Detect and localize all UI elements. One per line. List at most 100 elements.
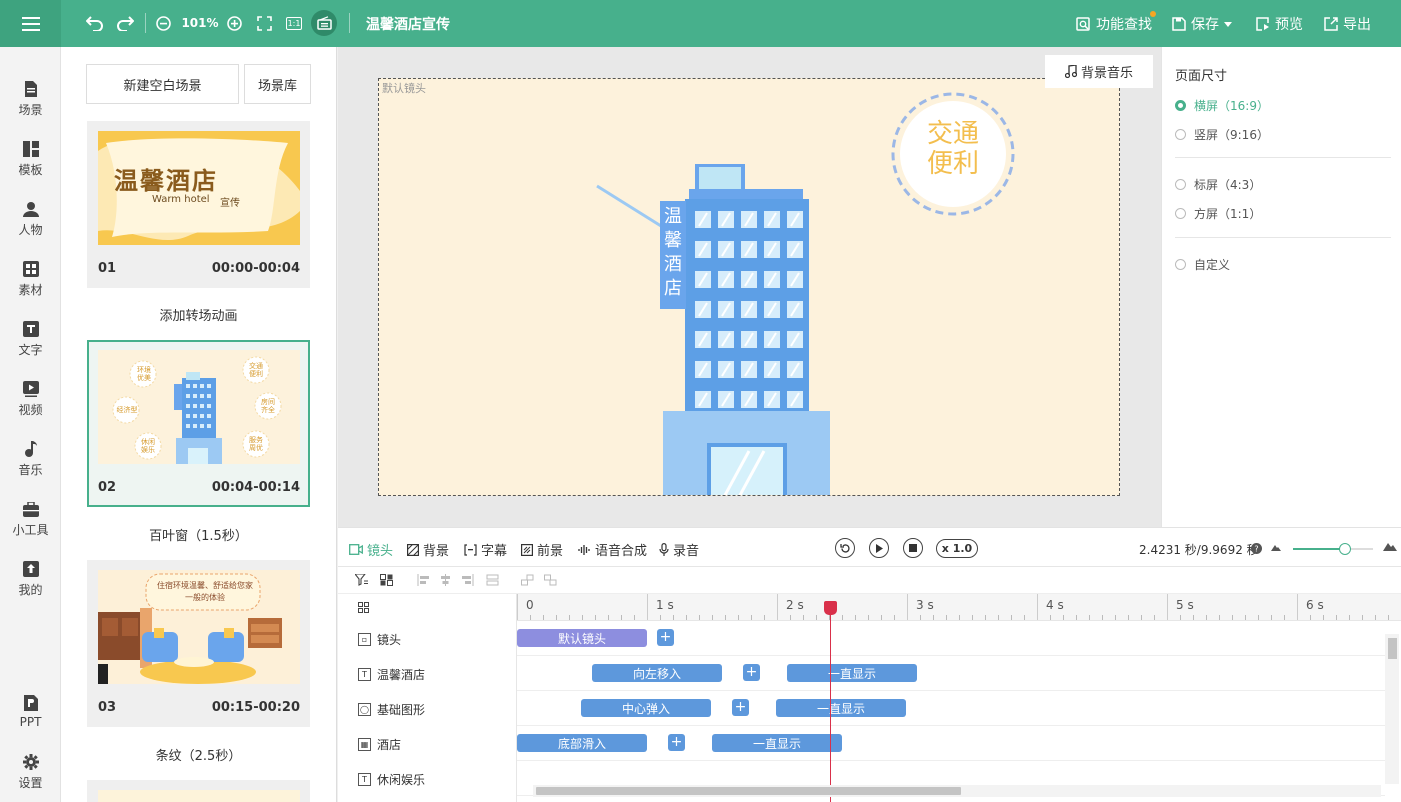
move-down-layer-icon[interactable] bbox=[544, 574, 557, 586]
hotel-sign[interactable]: 温馨酒店 bbox=[660, 205, 686, 301]
play-button[interactable] bbox=[869, 538, 889, 558]
preview-button[interactable]: 预览 bbox=[1256, 14, 1303, 34]
text-icon bbox=[22, 320, 40, 338]
scene-card-1[interactable]: 温馨酒店 Warm hotel 宣传 01 00:00-00:04 bbox=[87, 121, 310, 288]
nav-item-template[interactable]: 模板 bbox=[0, 140, 61, 178]
export-button[interactable]: 导出 bbox=[1324, 14, 1371, 34]
vscroll-thumb[interactable] bbox=[1388, 638, 1397, 659]
nav-item-settings[interactable]: 设置 bbox=[0, 753, 61, 791]
tab-lens[interactable]: 镜头 bbox=[349, 540, 393, 559]
add-clip-button[interactable]: + bbox=[668, 734, 685, 751]
scene-card-2[interactable]: 环境优美 交通便利 经济型 房间齐全 休闲娱乐 服务周优 02 00:04-00… bbox=[87, 340, 310, 507]
zoom-in-mountain-icon[interactable] bbox=[1383, 542, 1397, 551]
nav-item-mine[interactable]: 我的 bbox=[0, 560, 61, 598]
grid-toggle-icon[interactable] bbox=[358, 602, 369, 613]
scene-time-range: 00:15-00:20 bbox=[211, 700, 300, 715]
zoom-out-button[interactable] bbox=[154, 12, 172, 34]
nav-item-music[interactable]: 音乐 bbox=[0, 440, 61, 478]
timeline-vscroll[interactable] bbox=[1385, 634, 1399, 784]
zoom-out-mountain-icon[interactable] bbox=[1271, 544, 1281, 551]
add-clip-button[interactable]: + bbox=[732, 699, 749, 716]
move-up-layer-icon[interactable] bbox=[521, 574, 534, 586]
help-icon[interactable]: ? bbox=[1251, 543, 1262, 554]
timeline-clip[interactable]: 底部滑入 bbox=[517, 734, 647, 752]
distribute-icon[interactable] bbox=[486, 574, 499, 586]
new-blank-scene-button[interactable]: 新建空白场景 bbox=[86, 64, 239, 104]
playback-speed[interactable]: x 1.0 bbox=[936, 539, 978, 558]
timeline-clip[interactable]: 一直显示 bbox=[776, 699, 906, 717]
align-right-icon[interactable] bbox=[461, 574, 474, 586]
background-music-button[interactable]: 背景音乐 bbox=[1045, 55, 1153, 88]
lane-3[interactable]: ▦ 酒店 bbox=[358, 736, 401, 753]
scene-number: 02 bbox=[98, 480, 117, 495]
timeline-ruler[interactable]: 0 1 s 2 s 3 s 4 s 5 s 6 s bbox=[517, 594, 1401, 621]
timeline-hscroll[interactable] bbox=[533, 785, 1381, 797]
hscroll-thumb[interactable] bbox=[536, 787, 961, 795]
lane-0[interactable]: ▫ 镜头 bbox=[358, 631, 401, 648]
zoom-in-button[interactable] bbox=[225, 12, 243, 34]
undo-button[interactable] bbox=[84, 12, 106, 34]
ruler-minor-tick bbox=[712, 615, 713, 620]
traffic-badge[interactable]: 交通便利 bbox=[919, 119, 987, 179]
stop-button[interactable] bbox=[903, 538, 923, 558]
lane-label: 基础图形 bbox=[377, 703, 426, 717]
radio-landscape[interactable]: 横屏（16:9） bbox=[1175, 97, 1269, 114]
nav-item-ppt[interactable]: PPT bbox=[0, 694, 61, 729]
timeline-zoom-slider[interactable] bbox=[1293, 543, 1373, 555]
feature-search-button[interactable]: 功能查找 bbox=[1076, 14, 1152, 34]
actual-size-button[interactable]: 1:1 bbox=[284, 12, 304, 34]
nav-item-person[interactable]: 人物 bbox=[0, 200, 61, 238]
tab-record[interactable]: 录音 bbox=[659, 540, 699, 559]
tab-tts[interactable]: 语音合成 bbox=[578, 540, 647, 559]
playhead[interactable] bbox=[830, 601, 831, 802]
fullscreen-button[interactable] bbox=[254, 12, 274, 34]
radio-standard[interactable]: 标屏（4:3） bbox=[1175, 176, 1261, 193]
scene-card-4[interactable] bbox=[87, 780, 310, 802]
replay-button[interactable] bbox=[835, 538, 855, 558]
transition-label[interactable]: 条纹（2.5秒） bbox=[87, 745, 310, 764]
timeline-clip[interactable]: 一直显示 bbox=[712, 734, 842, 752]
tab-subtitle[interactable]: 字幕 bbox=[464, 540, 507, 559]
radio-mode-button[interactable] bbox=[311, 10, 337, 36]
align-left-icon[interactable] bbox=[417, 574, 430, 586]
save-icon bbox=[1172, 17, 1186, 31]
ruler-label: 2 s bbox=[786, 598, 804, 612]
redo-button[interactable] bbox=[114, 12, 136, 34]
add-clip-button[interactable]: + bbox=[743, 664, 760, 681]
radio-square[interactable]: 方屏（1:1） bbox=[1175, 205, 1261, 222]
nav-item-toolbox[interactable]: 小工具 bbox=[0, 500, 61, 538]
scene-library-button[interactable]: 场景库 bbox=[244, 64, 311, 104]
timeline-clip[interactable]: 默认镜头 bbox=[517, 629, 647, 647]
timeline-clip[interactable]: 中心弹入 bbox=[581, 699, 711, 717]
lane-2[interactable]: ◯ 基础图形 bbox=[358, 701, 425, 718]
nav-item-scene[interactable]: 场景 bbox=[0, 80, 61, 118]
radio-portrait[interactable]: 竖屏（9:16） bbox=[1175, 126, 1269, 143]
tab-foreground[interactable]: 前景 bbox=[521, 540, 563, 559]
lane-4[interactable]: T 休闲娱乐 bbox=[358, 771, 425, 788]
add-clip-button[interactable]: + bbox=[657, 629, 674, 646]
transition-label[interactable]: 添加转场动画 bbox=[87, 305, 310, 324]
nav-item-text[interactable]: 文字 bbox=[0, 320, 61, 358]
zoom-slider-knob[interactable] bbox=[1339, 543, 1351, 555]
timeline-clip[interactable]: 向左移入 bbox=[592, 664, 722, 682]
ruler-minor-tick bbox=[1362, 615, 1363, 620]
nav-item-video[interactable]: 视频 bbox=[0, 380, 61, 418]
filter-icon[interactable] bbox=[355, 574, 368, 586]
project-title[interactable]: 温馨酒店宣传 bbox=[366, 14, 450, 34]
foreground-icon bbox=[521, 543, 533, 556]
radio-custom[interactable]: 自定义 bbox=[1175, 256, 1230, 273]
lane-1[interactable]: T 温馨酒店 bbox=[358, 666, 425, 683]
timeline-clip[interactable]: 一直显示 bbox=[787, 664, 917, 682]
save-button[interactable]: 保存 bbox=[1172, 14, 1232, 34]
menu-button[interactable] bbox=[0, 0, 61, 47]
align-center-icon[interactable] bbox=[439, 574, 452, 586]
lane-label: 休闲娱乐 bbox=[377, 773, 426, 787]
scene-card-3[interactable]: 住宿环境温馨、舒适给您家一般的体验 03 00:15-00:20 bbox=[87, 560, 310, 727]
stage-canvas[interactable]: 温馨酒店 交通便利 默认镜头 bbox=[378, 78, 1120, 496]
divider bbox=[1175, 157, 1391, 158]
tab-background[interactable]: 背景 bbox=[407, 540, 449, 559]
nav-item-material[interactable]: 素材 bbox=[0, 260, 61, 298]
group-icon[interactable] bbox=[380, 574, 393, 586]
ruler-minor-tick bbox=[1063, 615, 1064, 620]
transition-label[interactable]: 百叶窗（1.5秒） bbox=[87, 525, 310, 544]
